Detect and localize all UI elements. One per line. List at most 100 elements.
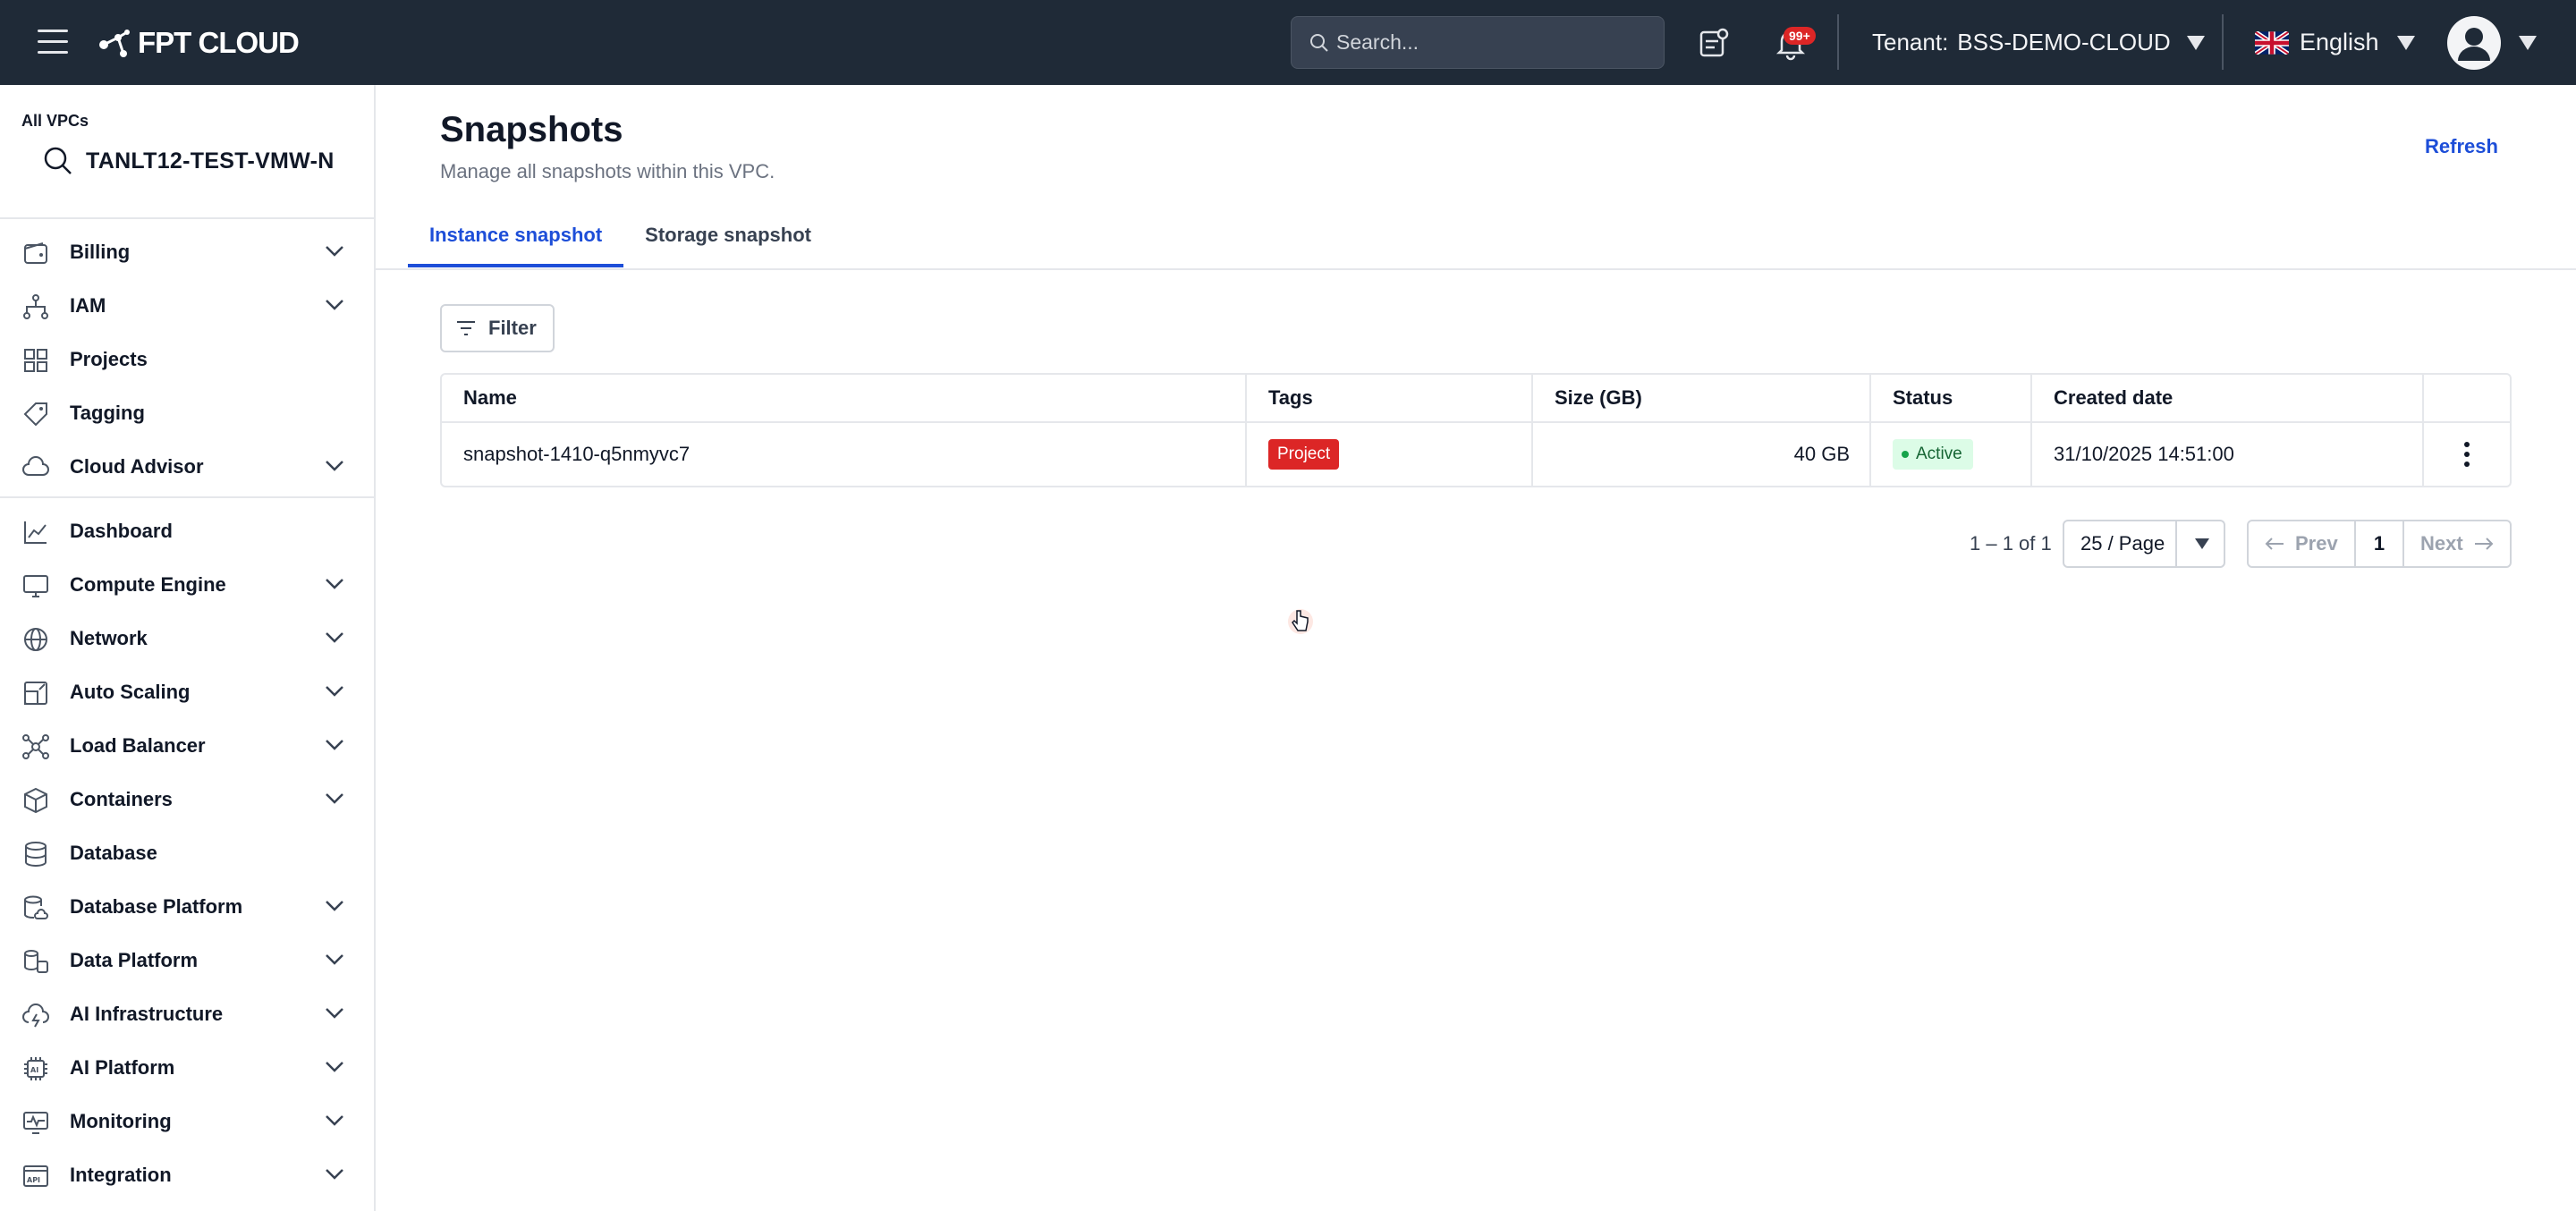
sidebar-item-load-balancer[interactable]: Load Balancer xyxy=(0,724,376,768)
chart-icon xyxy=(24,521,47,544)
monitor-icon xyxy=(23,575,48,597)
vpc-label: All VPCs xyxy=(21,112,89,130)
sidebar-item-dashboard[interactable]: Dashboard xyxy=(0,509,376,554)
column-header-name[interactable]: Name xyxy=(442,375,1247,421)
sidebar-item-label: Integration xyxy=(70,1164,172,1186)
data-stack-icon xyxy=(24,950,48,973)
actions-cell xyxy=(2424,423,2510,486)
avatar-caret-down-icon[interactable] xyxy=(2519,36,2537,50)
svg-text:AI: AI xyxy=(30,1066,38,1074)
sidebar-item-tagging[interactable]: Tagging xyxy=(0,391,376,436)
sidebar-item-label: Compute Engine xyxy=(70,573,226,596)
sidebar-item-label: Database Platform xyxy=(70,895,243,918)
topbar-divider xyxy=(2222,14,2224,70)
database-cloud-icon xyxy=(24,895,48,919)
user-icon xyxy=(2458,28,2490,61)
grid-icon xyxy=(24,349,47,372)
column-header-created-date[interactable]: Created date xyxy=(2032,375,2424,421)
vpc-selector[interactable]: TANLT12-TEST-VMW-N xyxy=(43,146,335,176)
sidebar-item-projects[interactable]: Projects xyxy=(0,337,376,382)
sidebar-item-ai-platform[interactable]: AI AI Platform xyxy=(0,1046,376,1090)
sidebar-item-cloud-advisor[interactable]: Cloud Advisor xyxy=(0,445,376,489)
sidebar-item-label: Data Platform xyxy=(70,949,199,971)
prev-page-button[interactable]: Prev xyxy=(2249,521,2356,566)
next-page-button[interactable]: Next xyxy=(2404,521,2510,566)
arrow-right-icon xyxy=(2474,538,2494,550)
tabs-divider xyxy=(376,268,2576,270)
global-search[interactable] xyxy=(1291,16,1665,69)
page-size-select[interactable]: 25 / Page xyxy=(2063,520,2225,568)
user-avatar[interactable] xyxy=(2447,16,2501,70)
menu-toggle-icon[interactable] xyxy=(38,30,68,55)
tab-instance-snapshot[interactable]: Instance snapshot xyxy=(408,217,624,267)
arrow-left-icon xyxy=(2265,538,2284,550)
sidebar-divider xyxy=(0,496,376,498)
sidebar-item-data-platform[interactable]: Data Platform xyxy=(0,938,376,983)
language-selector[interactable]: English xyxy=(2255,29,2415,56)
top-bar: FPT CLOUD 99+ Tenant: BSS-DEMO-CLOUD Eng… xyxy=(0,0,2576,85)
sidebar-item-containers[interactable]: Containers xyxy=(0,777,376,822)
tags-cell: Project xyxy=(1247,423,1533,486)
chevron-down-icon xyxy=(326,1169,343,1180)
filter-button[interactable]: Filter xyxy=(440,304,555,352)
column-header-tags[interactable]: Tags xyxy=(1247,375,1533,421)
sidebar-item-monitoring[interactable]: Monitoring xyxy=(0,1099,376,1144)
table-header: Name Tags Size (GB) Status Created date xyxy=(442,375,2510,423)
caret-down-icon xyxy=(2186,35,2205,50)
scaling-icon xyxy=(24,682,47,705)
tenant-value: BSS-DEMO-CLOUD xyxy=(1957,29,2171,55)
ai-chip-icon: AI xyxy=(24,1057,47,1080)
ticket-icon[interactable] xyxy=(1696,25,1732,61)
caret-down-icon xyxy=(2195,538,2209,549)
sidebar-item-auto-scaling[interactable]: Auto Scaling xyxy=(0,670,376,715)
page-size-value: 25 / Page xyxy=(2080,532,2165,555)
sidebar-item-database-platform[interactable]: Database Platform xyxy=(0,885,376,929)
language-label: English xyxy=(2300,29,2379,55)
search-icon xyxy=(44,147,72,174)
page-subtitle: Manage all snapshots within this VPC. xyxy=(440,160,775,182)
sidebar-item-iam[interactable]: IAM xyxy=(0,284,376,328)
vpc-name: TANLT12-TEST-VMW-N xyxy=(86,148,335,174)
snapshot-tabs: Instance snapshot Storage snapshot xyxy=(408,217,833,267)
sidebar-item-label: Load Balancer xyxy=(70,734,206,757)
refresh-button[interactable]: Refresh xyxy=(2425,135,2498,158)
sidebar-divider xyxy=(0,217,376,219)
sidebar-item-compute-engine[interactable]: Compute Engine xyxy=(0,563,376,607)
ai-cloud-icon xyxy=(22,1004,49,1028)
column-header-size[interactable]: Size (GB) xyxy=(1533,375,1871,421)
chevron-down-icon xyxy=(326,1008,343,1019)
sidebar: All VPCs TANLT12-TEST-VMW-N Billing IAM … xyxy=(0,85,376,1211)
page-number-button[interactable]: 1 xyxy=(2356,521,2404,566)
column-header-status[interactable]: Status xyxy=(1871,375,2032,421)
snapshot-size: 40 GB xyxy=(1533,423,1871,486)
search-icon xyxy=(1310,34,1328,52)
sidebar-item-database[interactable]: Database xyxy=(0,831,376,876)
logo-network-icon xyxy=(99,30,130,57)
topbar-divider xyxy=(1837,14,1839,70)
sidebar-item-label: AI Infrastructure xyxy=(70,1003,224,1025)
table-row[interactable]: snapshot-1410-q5nmyvc7 Project 40 GB Act… xyxy=(442,423,2510,486)
chevron-down-icon xyxy=(326,1062,343,1072)
tenant-selector[interactable]: Tenant: BSS-DEMO-CLOUD xyxy=(1872,29,2205,56)
chevron-down-icon xyxy=(326,461,343,471)
chevron-down-icon xyxy=(326,686,343,697)
sidebar-item-label: Network xyxy=(70,627,148,649)
created-date: 31/10/2025 14:51:00 xyxy=(2032,423,2424,486)
fpt-cloud-logo[interactable]: FPT CLOUD xyxy=(97,25,300,61)
filter-icon xyxy=(457,321,475,335)
filter-label: Filter xyxy=(488,317,537,339)
tab-storage-snapshot[interactable]: Storage snapshot xyxy=(623,217,833,267)
sidebar-item-label: Projects xyxy=(70,348,148,370)
column-header-actions xyxy=(2424,375,2510,421)
tenant-label: Tenant: xyxy=(1872,29,1949,55)
sidebar-item-network[interactable]: Network xyxy=(0,616,376,661)
more-options-icon[interactable] xyxy=(2464,442,2470,467)
sidebar-item-ai-infrastructure[interactable]: AI Infrastructure xyxy=(0,992,376,1037)
snapshot-name[interactable]: snapshot-1410-q5nmyvc7 xyxy=(442,423,1247,486)
pulse-icon xyxy=(23,1112,48,1134)
sidebar-item-billing[interactable]: Billing xyxy=(0,230,376,275)
uk-flag-icon xyxy=(2255,30,2289,55)
search-input[interactable] xyxy=(1336,30,1640,55)
next-label: Next xyxy=(2420,532,2463,555)
sidebar-item-integration[interactable]: API Integration xyxy=(0,1153,376,1198)
